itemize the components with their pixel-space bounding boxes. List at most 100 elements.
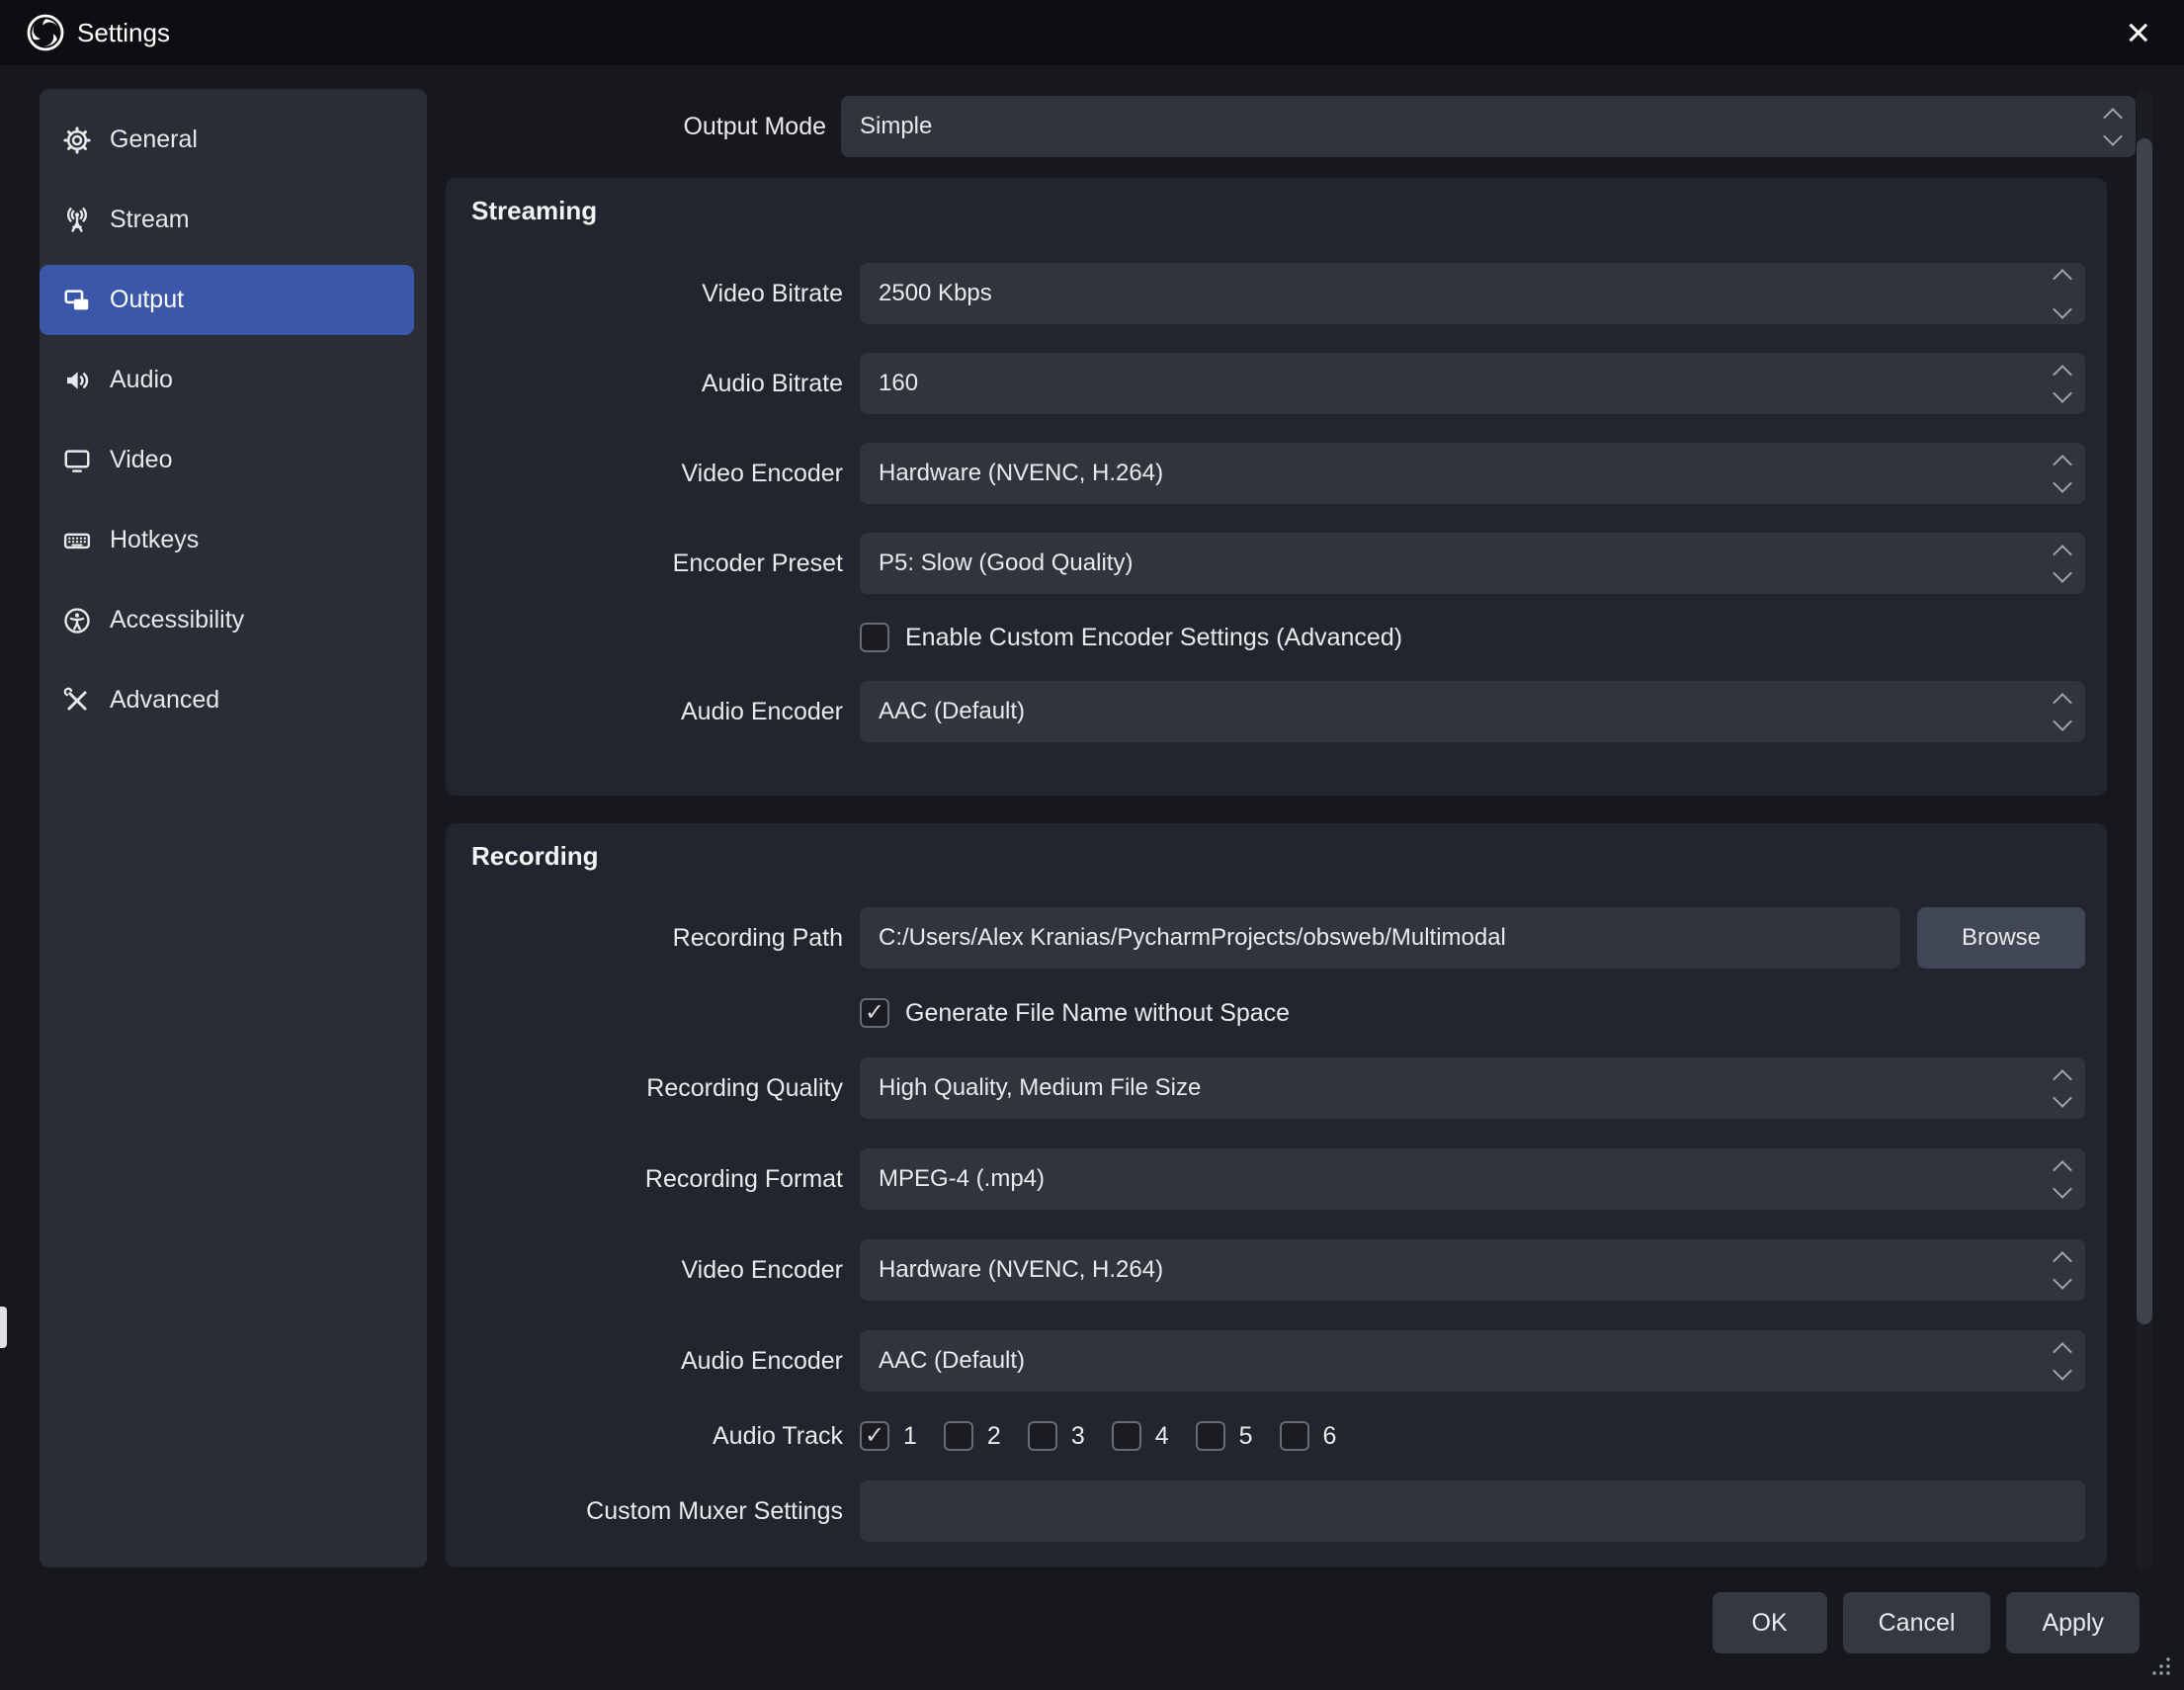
audio-track-3-label: 3 — [1071, 1422, 1085, 1451]
audio-track-2-checkbox[interactable] — [944, 1421, 973, 1451]
custom-muxer-label: Custom Muxer Settings — [446, 1497, 843, 1526]
audio-bitrate-label: Audio Bitrate — [446, 370, 843, 398]
sidebar-item-label: Video — [110, 446, 173, 474]
dropdown-arrows-icon[interactable] — [2056, 1330, 2069, 1392]
output-mode-select[interactable]: Simple — [841, 96, 2136, 157]
audio-track-2: 2 — [944, 1421, 1001, 1451]
recording-audio-encoder-value: AAC (Default) — [879, 1347, 1025, 1375]
recording-audio-encoder-row: Audio Encoder AAC (Default) — [446, 1330, 2107, 1392]
generate-file-name-checkbox[interactable] — [860, 998, 889, 1028]
dropdown-arrows-icon[interactable] — [2056, 1057, 2069, 1119]
generate-file-name-row: Generate File Name without Space — [860, 998, 2107, 1028]
output-mode-row: Output Mode Simple — [446, 96, 2136, 157]
recording-path-input[interactable]: C:/Users/Alex Kranias/PycharmProjects/ob… — [860, 907, 1900, 969]
sidebar-item-video[interactable]: Video — [40, 425, 414, 495]
sidebar-item-hotkeys[interactable]: Hotkeys — [40, 505, 414, 575]
sidebar-item-advanced[interactable]: Advanced — [40, 665, 414, 735]
audio-track-6: 6 — [1280, 1421, 1337, 1451]
sidebar-item-output[interactable]: Output — [40, 265, 414, 335]
sidebar: General Stream Output Audio Video — [40, 89, 427, 1567]
gear-icon — [62, 126, 92, 155]
settings-window: Settings × General Stream Output Au — [0, 0, 2184, 1690]
audio-track-2-label: 2 — [987, 1422, 1001, 1451]
audio-track-label: Audio Track — [446, 1422, 843, 1451]
sidebar-item-label: Accessibility — [110, 606, 244, 634]
audio-track-1-checkbox[interactable] — [860, 1421, 889, 1451]
audio-track-1: 1 — [860, 1421, 917, 1451]
streaming-section: Streaming Video Bitrate 2500 Kbps Audio … — [446, 178, 2107, 796]
sidebar-item-stream[interactable]: Stream — [40, 185, 414, 255]
sidebar-item-accessibility[interactable]: Accessibility — [40, 585, 414, 655]
dropdown-arrows-icon[interactable] — [2106, 96, 2120, 157]
enable-custom-encoder-label: Enable Custom Encoder Settings (Advanced… — [905, 624, 1402, 652]
recording-format-label: Recording Format — [446, 1165, 843, 1194]
recording-format-select[interactable]: MPEG-4 (.mp4) — [860, 1148, 2085, 1210]
audio-track-5-label: 5 — [1239, 1422, 1253, 1451]
ok-button[interactable]: OK — [1713, 1592, 1827, 1653]
dropdown-arrows-icon[interactable] — [2056, 681, 2069, 742]
sidebar-item-audio[interactable]: Audio — [40, 345, 414, 415]
video-bitrate-label: Video Bitrate — [446, 280, 843, 308]
dialog-footer: OK Cancel Apply — [1713, 1592, 2141, 1653]
recording-quality-value: High Quality, Medium File Size — [879, 1074, 1201, 1102]
stream-audio-encoder-select[interactable]: AAC (Default) — [860, 681, 2085, 742]
browse-button[interactable]: Browse — [1917, 907, 2085, 969]
custom-muxer-row: Custom Muxer Settings — [446, 1480, 2107, 1542]
spinner-arrows-icon[interactable] — [2056, 263, 2069, 324]
audio-bitrate-input[interactable]: 160 — [860, 353, 2085, 414]
resize-grip[interactable] — [2148, 1653, 2172, 1682]
video-bitrate-input[interactable]: 2500 Kbps — [860, 263, 2085, 324]
sidebar-item-label: General — [110, 126, 198, 154]
recording-section: Recording Recording Path C:/Users/Alex K… — [446, 823, 2107, 1567]
stream-video-encoder-select[interactable]: Hardware (NVENC, H.264) — [860, 443, 2085, 504]
stream-video-encoder-value: Hardware (NVENC, H.264) — [879, 460, 1163, 487]
speaker-icon — [62, 366, 92, 395]
output-icon — [62, 286, 92, 315]
recording-path-label: Recording Path — [446, 924, 843, 953]
recording-path-row: Recording Path C:/Users/Alex Kranias/Pyc… — [446, 907, 2107, 969]
apply-button[interactable]: Apply — [2006, 1592, 2140, 1653]
sidebar-item-label: Advanced — [110, 686, 219, 715]
scrollbar-thumb[interactable] — [2137, 138, 2152, 1324]
recording-video-encoder-select[interactable]: Hardware (NVENC, H.264) — [860, 1239, 2085, 1301]
tools-icon — [62, 686, 92, 716]
audio-track-6-checkbox[interactable] — [1280, 1421, 1309, 1451]
dropdown-arrows-icon[interactable] — [2056, 1148, 2069, 1210]
output-mode-value: Simple — [860, 113, 932, 140]
audio-track-4-label: 4 — [1155, 1422, 1169, 1451]
audio-bitrate-value: 160 — [879, 370, 918, 397]
recording-quality-label: Recording Quality — [446, 1074, 843, 1103]
stream-audio-encoder-row: Audio Encoder AAC (Default) — [446, 681, 2107, 742]
sidebar-item-general[interactable]: General — [40, 105, 414, 175]
cancel-button[interactable]: Cancel — [1843, 1592, 1991, 1653]
recording-video-encoder-value: Hardware (NVENC, H.264) — [879, 1256, 1163, 1284]
dropdown-arrows-icon[interactable] — [2056, 443, 2069, 504]
encoder-preset-select[interactable]: P5: Slow (Good Quality) — [860, 533, 2085, 594]
recording-quality-select[interactable]: High Quality, Medium File Size — [860, 1057, 2085, 1119]
encoder-preset-label: Encoder Preset — [446, 549, 843, 578]
audio-track-5-checkbox[interactable] — [1196, 1421, 1225, 1451]
broadcast-icon — [62, 206, 92, 235]
audio-track-row: Audio Track 1 2 3 — [446, 1421, 2107, 1451]
dropdown-arrows-icon[interactable] — [2056, 1239, 2069, 1301]
spinner-arrows-icon[interactable] — [2056, 353, 2069, 414]
keyboard-icon — [62, 526, 92, 555]
output-mode-label: Output Mode — [446, 113, 826, 141]
sidebar-item-label: Output — [110, 286, 184, 314]
audio-track-3-checkbox[interactable] — [1028, 1421, 1057, 1451]
sidebar-item-label: Hotkeys — [110, 526, 199, 554]
recording-video-encoder-label: Video Encoder — [446, 1256, 843, 1285]
dropdown-arrows-icon[interactable] — [2056, 533, 2069, 594]
enable-custom-encoder-checkbox[interactable] — [860, 623, 889, 652]
audio-bitrate-row: Audio Bitrate 160 — [446, 353, 2107, 414]
custom-muxer-input[interactable] — [860, 1480, 2085, 1542]
recording-audio-encoder-select[interactable]: AAC (Default) — [860, 1330, 2085, 1392]
close-button[interactable]: × — [2118, 12, 2158, 53]
recording-format-value: MPEG-4 (.mp4) — [879, 1165, 1045, 1193]
background-window-sliver — [0, 1307, 7, 1348]
encoder-preset-row: Encoder Preset P5: Slow (Good Quality) — [446, 533, 2107, 594]
enable-custom-encoder-row: Enable Custom Encoder Settings (Advanced… — [860, 623, 2107, 652]
accessibility-icon — [62, 606, 92, 635]
recording-quality-row: Recording Quality High Quality, Medium F… — [446, 1057, 2107, 1119]
audio-track-4-checkbox[interactable] — [1112, 1421, 1141, 1451]
